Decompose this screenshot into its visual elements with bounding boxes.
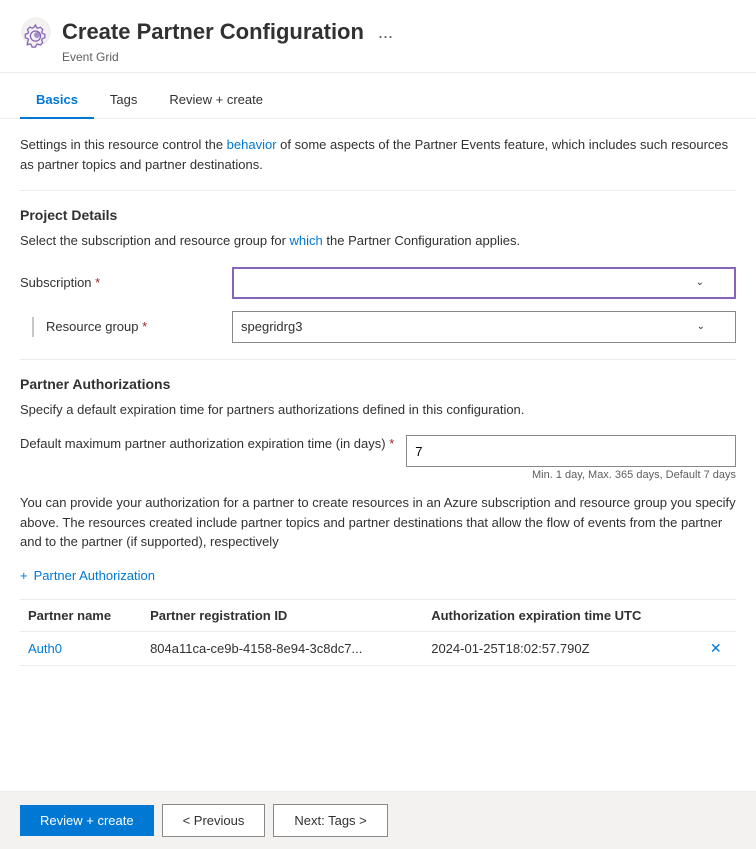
footer: Review + create < Previous Next: Tags > — [0, 791, 756, 849]
expiration-input[interactable] — [406, 435, 736, 467]
resource-group-label: Resource group * — [46, 319, 147, 334]
project-details-title: Project Details — [20, 207, 736, 223]
partner-auth-description: Specify a default expiration time for pa… — [20, 400, 736, 420]
subscription-control: ⌄ — [232, 267, 736, 299]
partner-name-cell[interactable]: Auth0 — [20, 631, 142, 665]
add-auth-plus-icon: + — [20, 568, 28, 583]
resource-group-dropdown[interactable]: spegridrg3 ⌄ — [232, 311, 736, 343]
expiration-hint: Min. 1 day, Max. 365 days, Default 7 day… — [406, 469, 736, 481]
tab-basics[interactable]: Basics — [20, 82, 94, 119]
divider-1 — [20, 190, 736, 191]
rg-chevron-icon: ⌄ — [697, 321, 705, 332]
expiration-label: Default maximum partner authorization ex… — [20, 435, 394, 453]
page-header: Create Partner Configuration ... Event G… — [0, 0, 756, 73]
col-expiration-time: Authorization expiration time UTC — [423, 600, 702, 632]
page-title: Create Partner Configuration — [62, 19, 364, 45]
col-registration-id: Partner registration ID — [142, 600, 423, 632]
partner-auth-table: Partner name Partner registration ID Aut… — [20, 600, 736, 666]
gear-icon — [20, 16, 52, 48]
subscription-chevron-icon: ⌄ — [696, 277, 704, 288]
divider-2 — [20, 359, 736, 360]
add-auth-label: Partner Authorization — [34, 568, 155, 583]
page-subtitle: Event Grid — [20, 50, 736, 64]
registration-id-cell: 804a11ca-ce9b-4158-8e94-3c8dc7... — [142, 631, 423, 665]
tab-review-create[interactable]: Review + create — [153, 82, 279, 119]
add-partner-authorization-button[interactable]: + Partner Authorization — [20, 564, 155, 587]
tab-tags[interactable]: Tags — [94, 82, 153, 119]
previous-button[interactable]: < Previous — [162, 804, 266, 837]
resource-group-value: spegridrg3 — [241, 319, 302, 334]
expiration-row: Default maximum partner authorization ex… — [20, 435, 736, 481]
tab-bar: Basics Tags Review + create — [0, 81, 756, 119]
review-create-button[interactable]: Review + create — [20, 805, 154, 836]
table-row: Auth0 804a11ca-ce9b-4158-8e94-3c8dc7... … — [20, 631, 736, 665]
resource-group-row: Resource group * spegridrg3 ⌄ — [20, 311, 736, 343]
expiration-required: * — [389, 436, 394, 451]
expiration-time-cell: 2024-01-25T18:02:57.790Z — [423, 631, 702, 665]
indent-line — [32, 317, 34, 337]
more-options-icon[interactable]: ... — [378, 22, 393, 43]
resource-group-label-area: Resource group * — [20, 317, 220, 337]
delete-cell: ✕ — [702, 631, 736, 665]
partner-authorizations-section: Partner Authorizations Specify a default… — [20, 376, 736, 666]
resource-group-control: spegridrg3 ⌄ — [232, 311, 736, 343]
expiration-input-area: Min. 1 day, Max. 365 days, Default 7 day… — [406, 435, 736, 481]
subscription-row: Subscription * ⌄ — [20, 267, 736, 299]
next-tags-button[interactable]: Next: Tags > — [273, 804, 387, 837]
col-actions — [702, 600, 736, 632]
basics-description: Settings in this resource control the be… — [20, 135, 736, 174]
partner-auth-title: Partner Authorizations — [20, 376, 736, 392]
auth-description: You can provide your authorization for a… — [20, 493, 736, 552]
subscription-required: * — [95, 275, 100, 290]
rg-required: * — [142, 319, 147, 334]
project-details-description: Select the subscription and resource gro… — [20, 231, 736, 251]
subscription-label: Subscription * — [20, 275, 220, 290]
col-partner-name: Partner name — [20, 600, 142, 632]
delete-row-icon[interactable]: ✕ — [710, 640, 722, 656]
subscription-dropdown[interactable]: ⌄ — [232, 267, 736, 299]
